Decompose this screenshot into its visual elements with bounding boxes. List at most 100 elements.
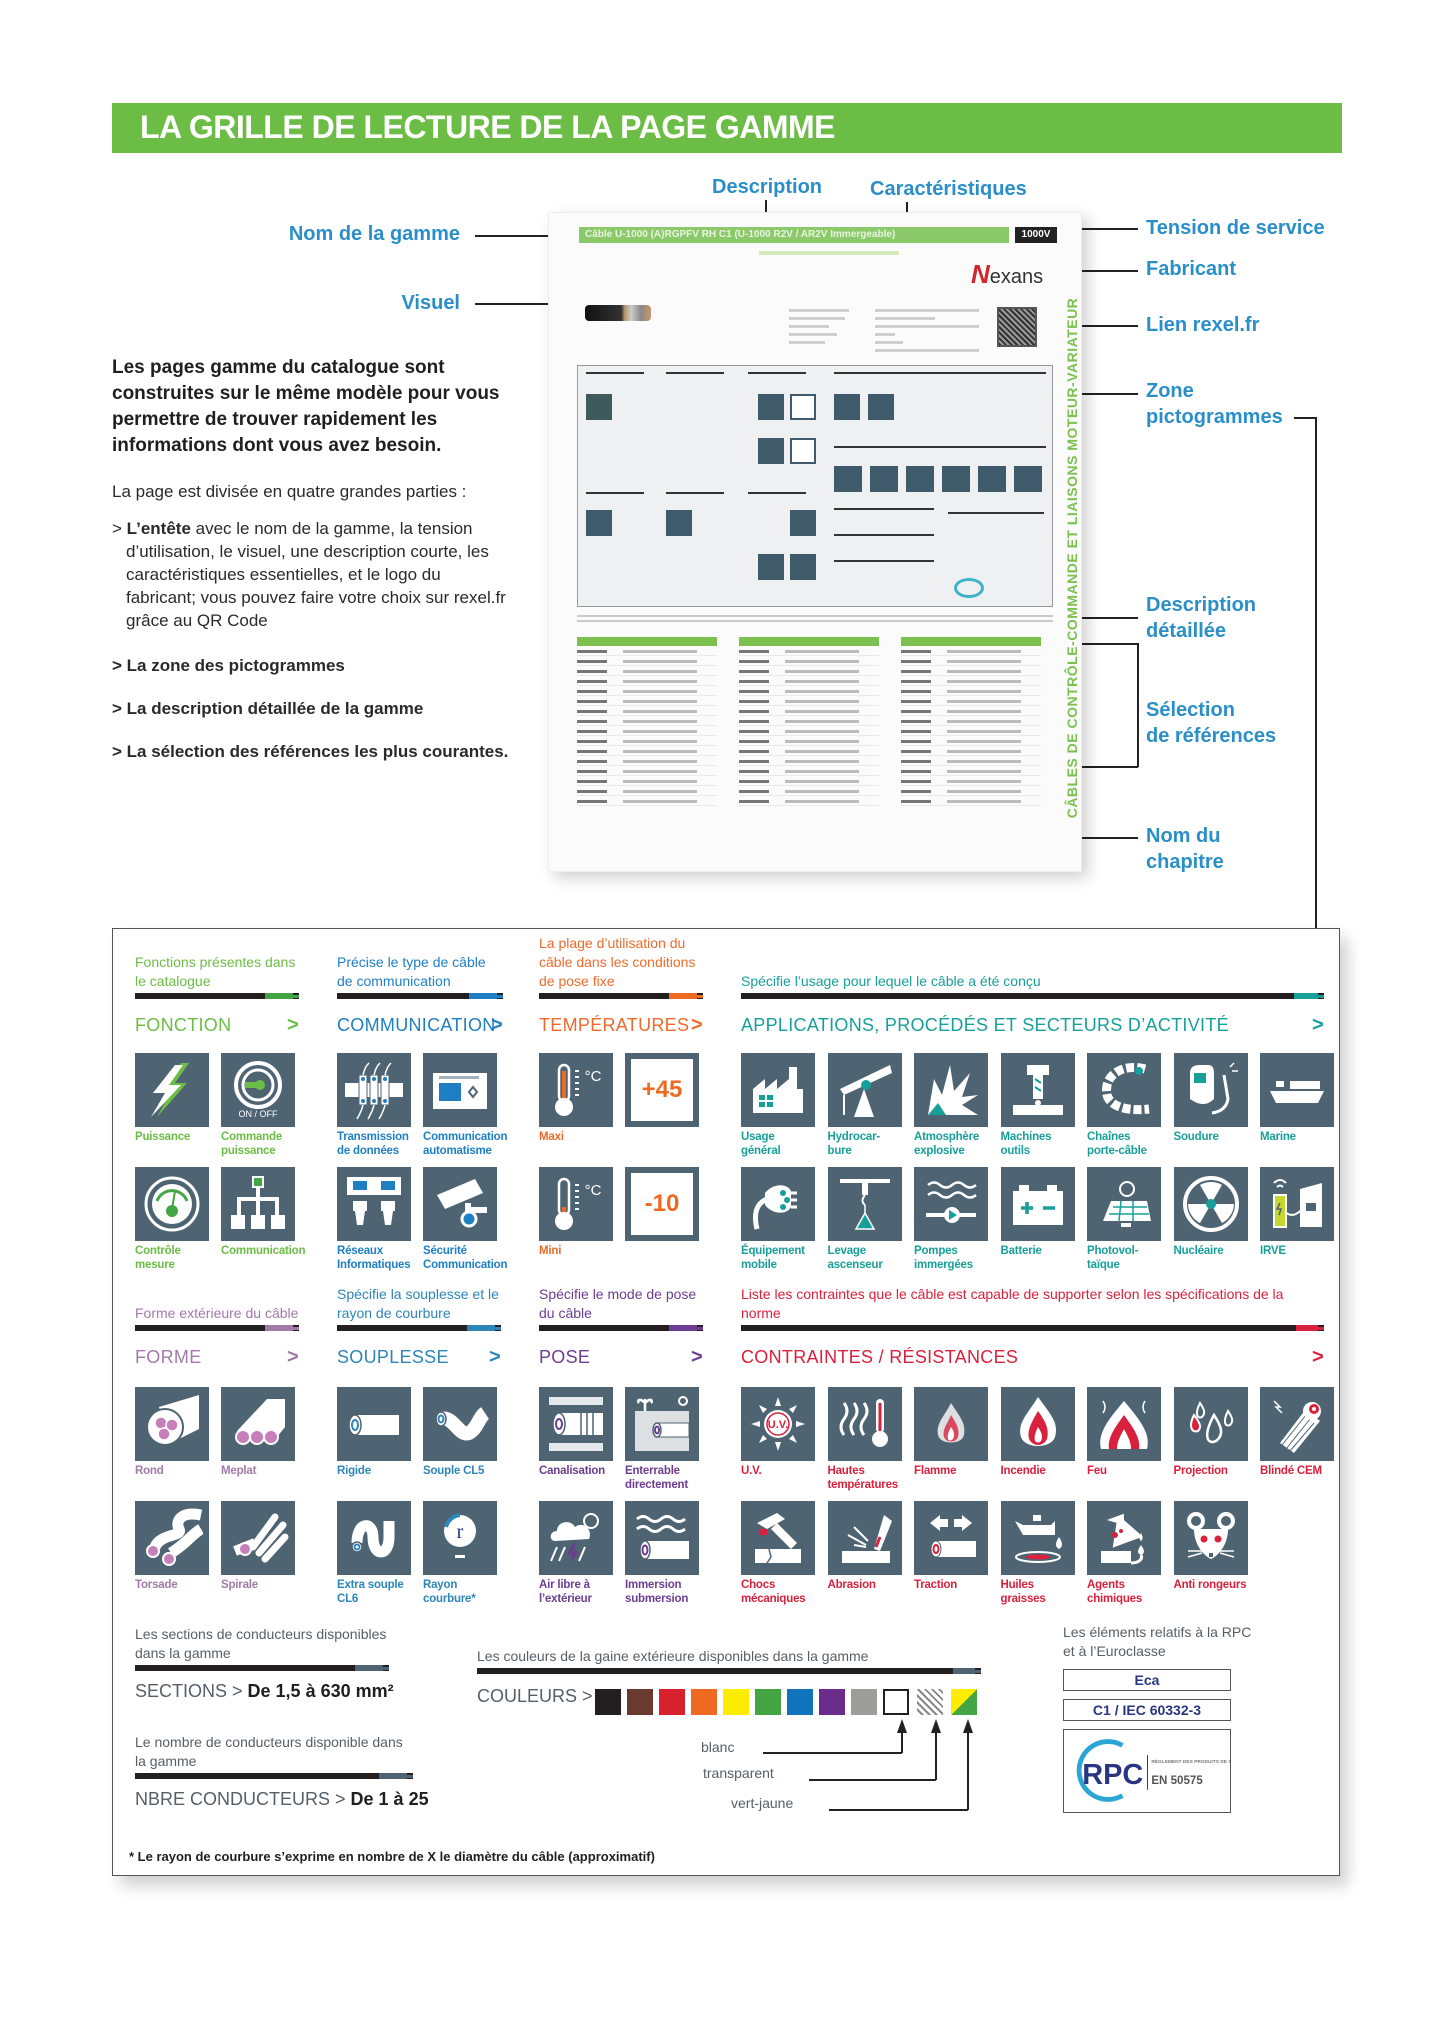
thumb-text-line	[875, 333, 895, 336]
ev-charger-icon	[1260, 1167, 1334, 1241]
intro-item-bold: La sélection des références les plus cou…	[126, 742, 509, 761]
chevron-right-icon[interactable]: >	[691, 1013, 703, 1037]
solar-panel-icon	[1087, 1167, 1161, 1241]
picto-label: Blindé CEM	[1260, 1465, 1322, 1477]
thumb-brand-logo: Nexans	[971, 259, 1043, 290]
rpc-logo-text: RPC	[1082, 1759, 1143, 1791]
picto-label: Huiles graisses	[1000, 1579, 1046, 1605]
connector-vert-jaune	[829, 1809, 968, 1811]
thumb-text-line	[875, 317, 935, 320]
water-pump-icon	[914, 1167, 988, 1241]
thumb-table-row	[739, 656, 879, 666]
lightning-icon	[135, 1053, 209, 1127]
thermometer-icon: °C	[539, 1167, 613, 1241]
thumb-table-row	[739, 736, 879, 746]
picto-communication: Communication	[221, 1167, 305, 1258]
section-bar	[741, 993, 1324, 999]
section-title-fonction[interactable]: FONCTION >	[135, 1013, 299, 1037]
thumb-table-header	[577, 637, 717, 646]
thumb-table-row	[901, 746, 1041, 756]
conduit-icon	[539, 1387, 613, 1461]
drops-icon	[1173, 1387, 1248, 1461]
thumb-table-row	[577, 716, 717, 726]
section-description: Spécifie la souplesse et le rayon de cou…	[337, 1286, 499, 1321]
picto-label: Maxi	[539, 1131, 564, 1143]
section-bar	[539, 993, 703, 999]
catalogue-page-thumbnail: Câble U-1000 (A)RGPFV RH C1 (U-1000 R2V …	[548, 212, 1082, 872]
callout-chapitre-line1: Nom du	[1146, 825, 1221, 847]
callout-visuel: Visuel	[401, 292, 460, 314]
section-title-souplesse[interactable]: SOUPLESSE >	[337, 1345, 501, 1369]
rpc-logo: RPC RÈGLEMENT DES PRODUITS DE CONSTRUCTI…	[1063, 1729, 1267, 1813]
rigid-cable-icon	[337, 1387, 411, 1461]
info-conducteurs: Le nombre de conducteurs disponible dans…	[135, 1733, 429, 1810]
picto-securite-communication: Sécurité Communication	[423, 1167, 507, 1272]
picto-reseaux-informatiques: Réseaux Informatiques	[337, 1167, 411, 1272]
picto-label: Atmosphère explosive	[914, 1131, 980, 1157]
section-title-pose[interactable]: POSE >	[539, 1345, 703, 1369]
section-title-text: CONTRAINTES / RÉSISTANCES	[741, 1347, 1019, 1367]
intro-item-bold: L’entête	[126, 519, 191, 538]
thumb-text-line	[789, 341, 825, 344]
temperature-min-value: -10	[625, 1167, 699, 1241]
thumb-table-header	[739, 637, 879, 646]
chevron-right-icon[interactable]: >	[489, 1345, 501, 1369]
submerged-cable-icon	[625, 1501, 699, 1575]
temperature-max-value: +45	[625, 1053, 699, 1127]
thumb-table-row	[901, 796, 1041, 806]
callout-zone-picto-line1: Zone	[1146, 380, 1194, 402]
thumb-table-row	[901, 716, 1041, 726]
chevron-right-icon[interactable]: >	[1312, 1345, 1324, 1369]
euroclasse-badge: Eca	[1063, 1669, 1231, 1691]
thumb-text-line	[789, 325, 829, 328]
chevron-right-icon[interactable]: >	[287, 1013, 299, 1037]
callout-nom-gamme: Nom de la gamme	[288, 223, 460, 245]
picto-mobile-plug: Équipement mobile	[741, 1167, 815, 1272]
section-title-temperatures[interactable]: TEMPÉRATURES >	[539, 1013, 703, 1037]
thumb-table-row	[577, 646, 717, 656]
oil-pump-icon	[827, 1053, 902, 1127]
chevron-right-icon[interactable]: >	[287, 1345, 299, 1369]
thumb-reference-table	[739, 637, 879, 817]
thumb-table-row	[901, 786, 1041, 796]
thumb-table-row	[739, 666, 879, 676]
buried-cable-icon	[625, 1387, 699, 1461]
picto-communication-automatisme: Communication automatisme	[423, 1053, 507, 1158]
factory-icon	[741, 1053, 815, 1127]
section-title-forme[interactable]: FORME >	[135, 1345, 299, 1369]
thumb-table-row	[577, 726, 717, 736]
thumb-voltage-badge: 1000V	[1015, 227, 1057, 243]
picto-hammer: Chocs mécaniques	[741, 1501, 815, 1606]
arrow-selection-vertical	[1137, 643, 1139, 767]
thumb-table-row	[901, 756, 1041, 766]
chevron-right-icon[interactable]: >	[691, 1345, 703, 1369]
picto-label: Enterrable directement	[625, 1465, 688, 1491]
thumb-cable-visual	[585, 305, 651, 321]
picto-solar-panel: Photovol-taïque	[1087, 1167, 1161, 1272]
thumb-table-row	[739, 706, 879, 716]
section-souplesse: Spécifie la souplesse et le rayon de cou…	[337, 1283, 501, 1369]
color-swatch-vert-jaune	[951, 1689, 977, 1715]
picto-label: Équipement mobile	[741, 1245, 805, 1271]
picto-label: Agents chimiques	[1087, 1579, 1143, 1605]
chevron-right-icon[interactable]: >	[491, 1013, 503, 1037]
intro-lead: Les pages gamme du catalogue sont constr…	[112, 357, 500, 456]
picto-label: Machines outils	[1000, 1131, 1052, 1157]
color-swatch	[787, 1689, 813, 1715]
thumb-table-row	[739, 776, 879, 786]
conducteurs-value: De 1 à 25	[350, 1789, 429, 1809]
hammer-icon	[741, 1501, 815, 1575]
picto-battery: Batterie	[1000, 1167, 1075, 1258]
picto-torsade: Torsade	[135, 1501, 209, 1592]
picto-nuclear: Nucléaire	[1173, 1167, 1248, 1258]
chevron-right-icon[interactable]: >	[1312, 1013, 1324, 1037]
intro-item-entete: > L’entête avec le nom de la gamme, la t…	[112, 517, 512, 632]
section-title-applications[interactable]: APPLICATIONS, PROCÉDÉS ET SECTEURS D’ACT…	[741, 1013, 1324, 1037]
section-title-contraintes[interactable]: CONTRAINTES / RÉSISTANCES >	[741, 1345, 1324, 1369]
bullet: >	[112, 742, 127, 761]
callout-chapitre-line2: chapitre	[1146, 851, 1224, 873]
terminal-block-icon	[337, 1053, 411, 1127]
abrasion-icon	[827, 1501, 902, 1575]
chemical-flask-icon	[1087, 1501, 1161, 1575]
section-title-communication[interactable]: COMMUNICATION >	[337, 1013, 503, 1037]
